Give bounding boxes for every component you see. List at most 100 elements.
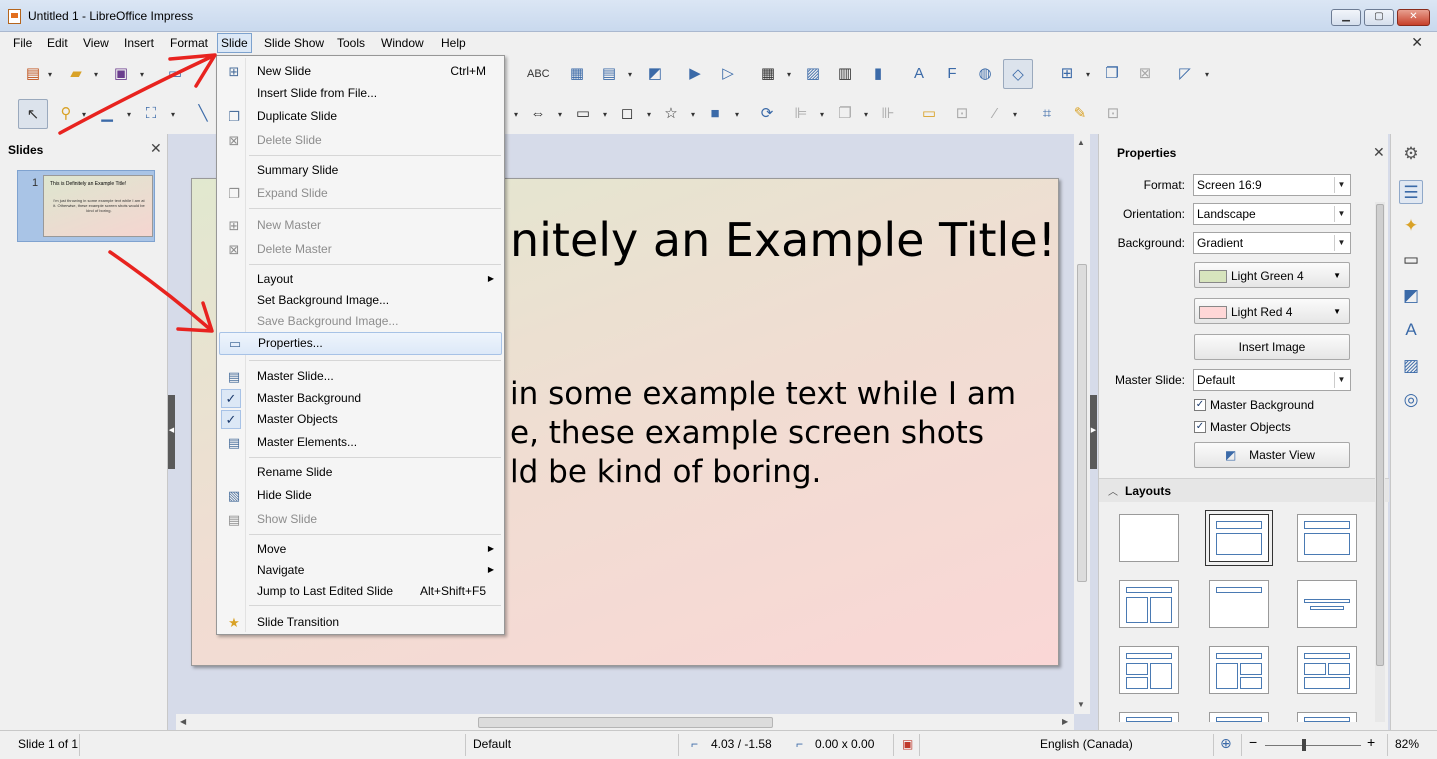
delete-slide-toolbar-icon[interactable]: ⊠ (1135, 64, 1155, 84)
new-slide-toolbar-icon[interactable]: ⊞ (1057, 64, 1077, 84)
zoom-slider-track[interactable] (1265, 745, 1361, 746)
gradient-color-1-button[interactable]: Light Green 4 ▼ (1194, 262, 1350, 288)
orientation-select[interactable]: Landscape ▼ (1193, 203, 1351, 225)
callout-icon[interactable]: ◻ (617, 104, 637, 124)
menu-slide-show[interactable]: Slide Show (261, 35, 327, 51)
master-slide-toolbar-icon[interactable]: ◩ (645, 64, 665, 84)
layout-row4-b[interactable] (1209, 712, 1269, 722)
align-dropdown-icon[interactable]: ▾ (818, 110, 826, 120)
menu-tools[interactable]: Tools (334, 35, 368, 51)
layout-title-only[interactable] (1297, 514, 1357, 562)
menu-item-slide-transition[interactable]: ★ Slide Transition (219, 612, 502, 633)
toggle-extrusion-icon[interactable]: ⊡ (1103, 104, 1123, 124)
points-icon[interactable]: ⌗ (1037, 104, 1057, 124)
layout-row4-c[interactable] (1297, 712, 1357, 722)
zoom-out-icon[interactable]: − (1249, 734, 1257, 750)
menu-item-master-objects[interactable]: ✓ Master Objects (219, 409, 502, 430)
display-views-icon[interactable]: ▤ (599, 64, 619, 84)
line-color-dropdown-icon[interactable]: ▾ (125, 110, 133, 120)
menu-item-hide-slide[interactable]: ▧ Hide Slide (219, 485, 502, 506)
menu-window[interactable]: Window (378, 35, 427, 51)
close-document-icon[interactable]: ✕ (1411, 34, 1423, 51)
rotate-icon[interactable]: ⟳ (757, 104, 777, 124)
hyperlink-icon[interactable]: ◍ (975, 64, 995, 84)
views-dropdown-icon[interactable]: ▾ (626, 70, 634, 80)
document-modified-icon[interactable]: ▣ (902, 737, 913, 751)
menu-item-navigate[interactable]: Navigate ▶ (219, 560, 502, 581)
sidebar-properties-icon[interactable]: ☰ (1399, 180, 1423, 204)
menu-item-move[interactable]: Move ▶ (219, 539, 502, 560)
scroll-up-icon[interactable]: ▲ (1077, 138, 1085, 147)
sidebar-slide-transition-icon[interactable]: ◩ (1399, 284, 1423, 308)
scroll-right-icon[interactable]: ▶ (1062, 717, 1068, 726)
shadow-icon[interactable]: ▭ (919, 104, 939, 124)
master-view-button[interactable]: ◩ Master View (1194, 442, 1350, 468)
format-select[interactable]: Screen 16:9 ▼ (1193, 174, 1351, 196)
menu-item-summary-slide[interactable]: Summary Slide (219, 160, 502, 181)
filter-icon[interactable]: ⁄ (985, 104, 1005, 124)
sidebar-settings-gear-icon[interactable]: ⚙ (1399, 142, 1423, 166)
zoom-slider-handle[interactable] (1302, 739, 1306, 751)
show-draw-functions-icon[interactable]: ◇ (1003, 59, 1033, 89)
double-arrow-icon[interactable]: ⇔ (528, 104, 548, 124)
3d-object-icon[interactable]: ■ (705, 104, 725, 124)
scroll-down-icon[interactable]: ▼ (1077, 700, 1085, 709)
menu-format[interactable]: Format (167, 35, 211, 51)
3d-dropdown-icon[interactable]: ▾ (733, 110, 741, 120)
insert-table-icon[interactable]: ▦ (758, 64, 778, 84)
grid-icon[interactable]: ▦ (567, 64, 587, 84)
menu-item-master-background[interactable]: ✓ Master Background (219, 388, 502, 409)
zoom-in-icon[interactable]: + (1367, 734, 1375, 750)
duplicate-slide-toolbar-icon[interactable]: ❐ (1102, 64, 1122, 84)
insert-chart-icon[interactable]: ▮ (868, 64, 888, 84)
save-icon[interactable]: ▣ (111, 64, 131, 84)
distribute-icon[interactable]: ⊪ (878, 104, 898, 124)
gradient-color-2-button[interactable]: Light Red 4 ▼ (1194, 298, 1350, 324)
close-properties-icon[interactable]: ✕ (1373, 144, 1385, 161)
menu-item-jump-to-last-edited[interactable]: Jump to Last Edited Slide Alt+Shift+F5 (219, 581, 502, 602)
star-dropdown-icon[interactable]: ▾ (689, 110, 697, 120)
menu-item-rename-slide[interactable]: Rename Slide (219, 462, 502, 483)
layout-title-content[interactable] (1205, 510, 1273, 566)
table-dropdown-icon[interactable]: ▾ (785, 70, 793, 80)
menu-item-duplicate-slide[interactable]: ❐ Duplicate Slide (219, 106, 502, 127)
insert-image-button[interactable]: Insert Image (1194, 334, 1350, 360)
layout-centered-text[interactable] (1297, 580, 1357, 628)
arrange-dropdown-icon[interactable]: ▾ (862, 110, 870, 120)
maximize-button[interactable]: ▢ (1364, 9, 1394, 26)
layouts-section-header[interactable]: ︿ Layouts (1099, 478, 1389, 502)
menu-item-save-background-image[interactable]: Save Background Image... (219, 311, 502, 332)
menu-view[interactable]: View (80, 35, 112, 51)
menu-item-master-elements[interactable]: ▤ Master Elements... (219, 432, 502, 453)
spelling-icon[interactable]: ABC (527, 64, 550, 84)
export-icon[interactable]: ▭ (165, 64, 185, 84)
sidebar-navigator-icon[interactable]: ◎ (1399, 388, 1423, 412)
layout-title-bar[interactable] (1209, 580, 1269, 628)
master-page-status[interactable]: Default (473, 737, 511, 751)
sidebar-master-slides-icon[interactable]: ▭ (1399, 248, 1423, 272)
menu-item-delete-slide[interactable]: ⊠ Delete Slide (219, 130, 502, 151)
glue-points-icon[interactable]: ✎ (1070, 104, 1090, 124)
open-folder-icon[interactable]: ▰ (66, 64, 86, 84)
menu-help[interactable]: Help (438, 35, 469, 51)
fit-slide-icon[interactable]: ⊕ (1220, 735, 1232, 752)
close-window-button[interactable]: ✕ (1397, 9, 1430, 26)
menu-item-delete-master[interactable]: ⊠ Delete Master (219, 239, 502, 260)
insert-image-icon[interactable]: ▨ (803, 64, 823, 84)
insert-line-icon[interactable]: ╲ (193, 104, 213, 124)
zoom-pan-icon[interactable]: ⚲ (56, 104, 76, 124)
arrows-dropdown-icon[interactable]: ▾ (512, 110, 520, 120)
layout-dropdown-icon[interactable]: ▾ (1203, 70, 1211, 80)
background-select[interactable]: Gradient ▼ (1193, 232, 1351, 254)
properties-scroll-thumb[interactable] (1376, 204, 1384, 666)
horizontal-scroll-thumb[interactable] (478, 717, 773, 728)
new-slide-dropdown-icon[interactable]: ▾ (1084, 70, 1092, 80)
layout-row4-a[interactable] (1119, 712, 1179, 722)
properties-scrollbar[interactable] (1375, 202, 1385, 722)
align-icon[interactable]: ⊫ (791, 104, 811, 124)
flowchart-dropdown-icon[interactable]: ▾ (601, 110, 609, 120)
flowchart-icon[interactable]: ▭ (573, 104, 593, 124)
arrow-shapes-dropdown-icon[interactable]: ▾ (556, 110, 564, 120)
menu-item-show-slide[interactable]: ▤ Show Slide (219, 509, 502, 530)
layout-title-2-content-over[interactable] (1297, 646, 1357, 694)
